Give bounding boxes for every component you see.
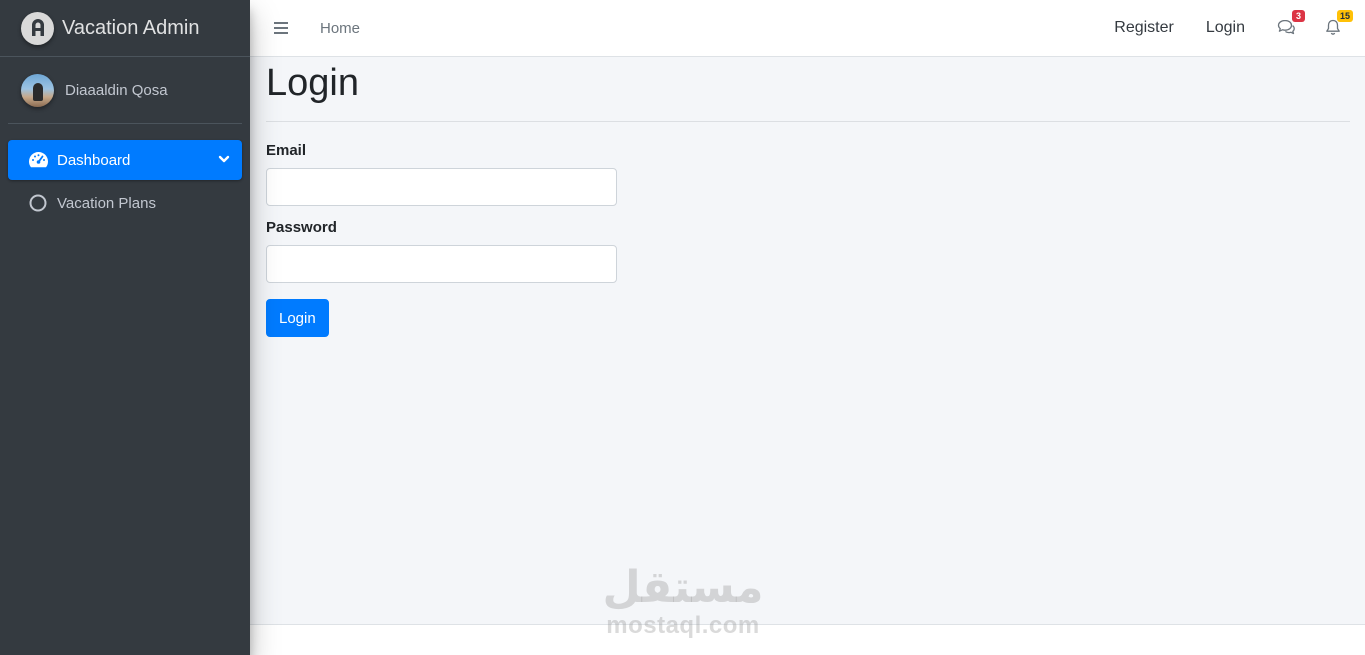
- user-panel[interactable]: Diaaaldin Qosa: [8, 57, 242, 124]
- navbar-right: Register Login 3 15: [1114, 0, 1365, 56]
- brand-logo-icon: [21, 11, 54, 45]
- sidebar-item-label: Dashboard: [57, 151, 131, 169]
- content-wrapper: Login Email Password Login: [250, 57, 1365, 624]
- tachometer-icon: [27, 151, 49, 169]
- user-name[interactable]: Diaaaldin Qosa: [65, 82, 168, 99]
- main-footer: [250, 624, 1365, 655]
- page-title: Login: [266, 62, 359, 104]
- email-field[interactable]: [266, 168, 617, 206]
- nav-link-home[interactable]: Home: [320, 20, 360, 37]
- brand-link[interactable]: Vacation Admin: [0, 0, 250, 57]
- password-group: Password: [266, 219, 1350, 283]
- avatar: [21, 73, 54, 107]
- chevron-down-icon: [218, 152, 230, 169]
- sidebar-nav: Dashboard Vacation Plans: [0, 124, 250, 223]
- notifications-badge: 15: [1336, 10, 1353, 22]
- login-form: Email Password Login: [266, 142, 1350, 337]
- nav-link-login[interactable]: Login: [1206, 19, 1245, 37]
- circle-icon: [27, 194, 49, 212]
- sidebar-item-label: Vacation Plans: [57, 194, 156, 212]
- app-wrapper: Vacation Admin Diaaaldin Qosa Dashboard …: [0, 0, 1365, 655]
- brand-title: Vacation Admin: [62, 16, 200, 39]
- main-sidebar: Vacation Admin Diaaaldin Qosa Dashboard …: [0, 0, 250, 655]
- password-field[interactable]: [266, 245, 617, 283]
- top-navbar: Home Register Login 3 15: [250, 0, 1365, 57]
- title-divider: [266, 121, 1350, 122]
- sidebar-item-vacation-plans[interactable]: Vacation Plans: [8, 183, 242, 223]
- login-button[interactable]: Login: [266, 299, 329, 337]
- password-label: Password: [266, 219, 337, 236]
- sidebar-item-dashboard[interactable]: Dashboard: [8, 140, 242, 180]
- email-label: Email: [266, 142, 307, 159]
- notifications-dropdown[interactable]: 15: [1325, 10, 1353, 37]
- messages-badge: 3: [1292, 10, 1305, 22]
- hamburger-menu-icon[interactable]: [274, 21, 288, 35]
- messages-dropdown[interactable]: 3: [1277, 10, 1305, 37]
- email-group: Email: [266, 142, 1350, 206]
- nav-link-register[interactable]: Register: [1114, 19, 1174, 37]
